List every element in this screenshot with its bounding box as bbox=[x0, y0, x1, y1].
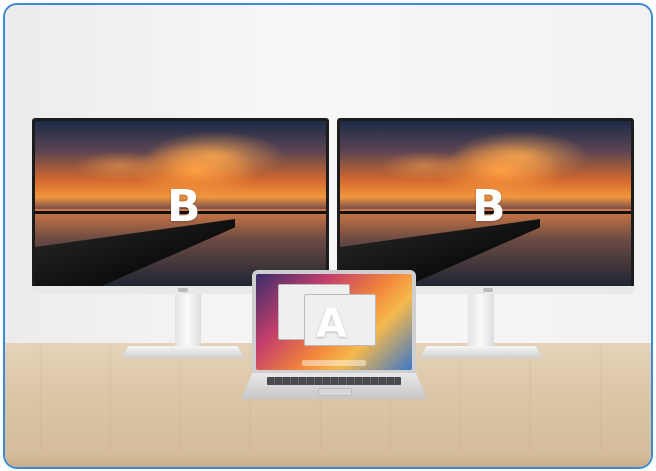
right-monitor-stand bbox=[468, 292, 494, 352]
left-monitor-letter: B bbox=[167, 181, 201, 232]
laptop-screen: A bbox=[256, 274, 412, 370]
right-monitor-letter: B bbox=[472, 181, 506, 232]
right-monitor-bezel: B bbox=[337, 118, 634, 294]
right-monitor-logo bbox=[483, 288, 493, 292]
left-monitor-logo bbox=[178, 288, 188, 292]
left-monitor-base bbox=[121, 346, 245, 358]
left-monitor-stand bbox=[175, 292, 201, 352]
laptop-keyboard bbox=[267, 377, 401, 385]
right-monitor-base bbox=[419, 346, 543, 358]
right-monitor-screen: B bbox=[340, 121, 631, 286]
laptop-trackpad bbox=[318, 388, 352, 396]
left-monitor-bezel: B bbox=[32, 118, 329, 294]
left-monitor-screen: B bbox=[35, 121, 326, 286]
desk-edge bbox=[5, 451, 651, 467]
laptop-dock bbox=[302, 360, 366, 366]
photo-frame: B B A bbox=[3, 3, 653, 469]
laptop-letter: A bbox=[316, 301, 347, 347]
